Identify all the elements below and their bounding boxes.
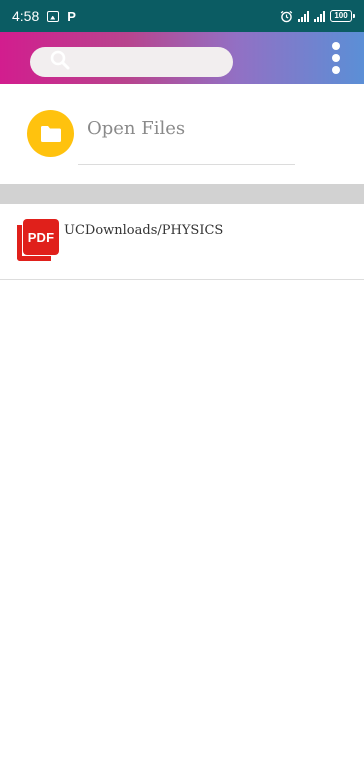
status-bar: 4:58 P 100 [0, 0, 364, 32]
divider [78, 164, 295, 165]
pdf-icon-label: PDF [23, 219, 59, 255]
search-box[interactable] [30, 47, 233, 77]
open-files-item[interactable]: Open Files [0, 84, 364, 184]
status-time: 4:58 [12, 8, 40, 24]
folder-icon [27, 110, 74, 157]
more-vert-icon [332, 42, 340, 50]
signal-icon [314, 10, 325, 22]
alarm-icon [280, 10, 293, 23]
section-separator [0, 184, 364, 204]
open-files-label: Open Files [87, 118, 186, 139]
battery-icon: 100 [330, 10, 355, 22]
search-icon[interactable] [50, 50, 70, 74]
p-app-icon: P [67, 8, 76, 24]
pdf-icon: PDF [17, 219, 61, 263]
app-bar [0, 32, 364, 84]
signal-icon [298, 10, 309, 22]
gallery-icon [47, 10, 60, 22]
file-list-item[interactable]: PDF UCDownloads/PHYSICS [0, 204, 364, 280]
battery-level: 100 [334, 11, 348, 20]
more-options-button[interactable] [326, 40, 346, 76]
file-path: UCDownloads/PHYSICS [64, 223, 224, 238]
search-input[interactable] [78, 54, 228, 70]
